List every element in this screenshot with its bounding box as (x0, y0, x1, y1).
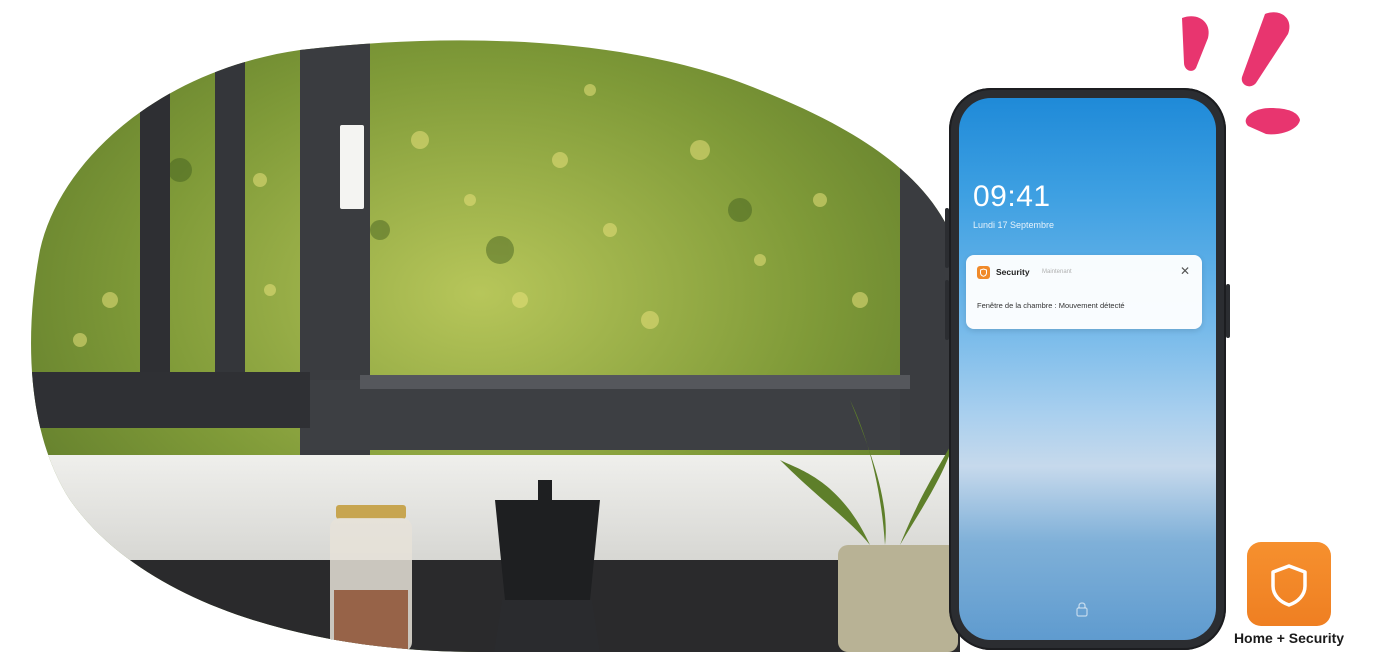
app-label: Home + Security (1233, 630, 1345, 646)
security-app-shield-icon (977, 266, 990, 279)
lockscreen-time: 09:41 (973, 180, 1051, 213)
notification-message: Fenêtre de la chambre : Mouvement détect… (977, 301, 1125, 310)
phone-volume-button (945, 280, 949, 340)
notification-timestamp: Maintenant (1042, 269, 1072, 275)
shield-icon (1271, 564, 1307, 607)
lock-screen: 09:41 Lundi 17 Septembre Security Mainte… (959, 98, 1216, 640)
close-icon[interactable]: ✕ (1180, 264, 1190, 278)
smartphone: 09:41 Lundi 17 Septembre Security Mainte… (945, 88, 1230, 650)
lockscreen-date: Lundi 17 Septembre (973, 220, 1055, 230)
notification-app-name: Security (996, 267, 1030, 277)
window-photo (31, 40, 960, 652)
phone-volume-button (945, 208, 949, 268)
home-security-app-icon[interactable] (1247, 542, 1331, 626)
phone-power-button (1226, 284, 1230, 338)
lock-icon (1075, 601, 1089, 622)
security-notification[interactable]: Security Maintenant ✕ Fenêtre de la cham… (966, 255, 1202, 329)
